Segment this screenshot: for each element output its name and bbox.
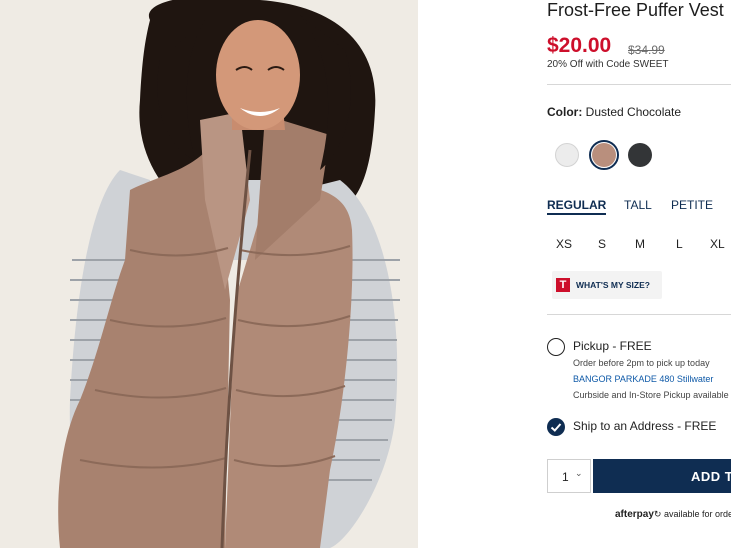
size-xl[interactable]: XL <box>710 237 725 251</box>
divider <box>547 314 731 315</box>
pickup-label: Pickup - FREE <box>573 339 652 353</box>
tab-tall[interactable]: TALL <box>624 198 652 212</box>
quantity-select[interactable]: 1 ⌄ <box>547 459 591 493</box>
add-to-bag-button[interactable]: ADD TO BAG <box>593 459 731 493</box>
whats-my-size-button[interactable]: T WHAT'S MY SIZE? <box>552 271 662 299</box>
size-l[interactable]: L <box>676 237 683 251</box>
divider <box>547 84 731 85</box>
color-label: Color: Dusted Chocolate <box>547 105 681 119</box>
sale-price: $20.00 <box>547 34 612 57</box>
afterpay-text: available for orders <box>663 509 731 519</box>
tab-petite[interactable]: PETITE <box>671 198 713 212</box>
product-photo <box>0 0 418 548</box>
selected-color-name: Dusted Chocolate <box>585 105 682 119</box>
size-m[interactable]: M <box>635 237 645 251</box>
quantity-value: 1 <box>562 470 569 484</box>
pickup-radio[interactable] <box>547 338 565 356</box>
size-s[interactable]: S <box>598 237 606 251</box>
swatch-light-gray[interactable] <box>555 143 579 167</box>
swatch-charcoal[interactable] <box>628 143 652 167</box>
ship-label: Ship to an Address - FREE <box>573 419 717 433</box>
original-price: $34.99 <box>628 43 665 57</box>
promo-text: 20% Off with Code SWEET <box>547 59 669 70</box>
tab-regular[interactable]: REGULAR <box>547 198 607 215</box>
color-heading: Color: <box>547 105 583 119</box>
afterpay-loop-icon: ↻ <box>653 509 662 519</box>
pickup-note: Order before 2pm to pick up today <box>573 358 710 368</box>
swatch-dusted-chocolate[interactable] <box>592 143 616 167</box>
chevron-down-icon: ⌄ <box>575 468 583 478</box>
checkmark-icon <box>550 423 562 432</box>
product-panel: Frost-Free Puffer Vest $20.00 $34.99 20%… <box>547 0 731 548</box>
pickup-store-link[interactable]: BANGOR PARKADE 480 Stillwater <box>573 374 713 384</box>
ship-radio[interactable] <box>547 418 565 436</box>
whats-my-size-label: WHAT'S MY SIZE? <box>576 280 650 290</box>
add-to-bag-label: ADD TO BAG <box>691 469 731 484</box>
afterpay-logo: afterpay <box>615 509 654 520</box>
afterpay-note: afterpay↻ available for orders <box>615 509 731 520</box>
true-fit-logo-icon: T <box>556 278 570 292</box>
pickup-methods: Curbside and In-Store Pickup available <box>573 390 729 400</box>
size-xs[interactable]: XS <box>556 237 572 251</box>
product-title: Frost-Free Puffer Vest <box>547 0 724 20</box>
